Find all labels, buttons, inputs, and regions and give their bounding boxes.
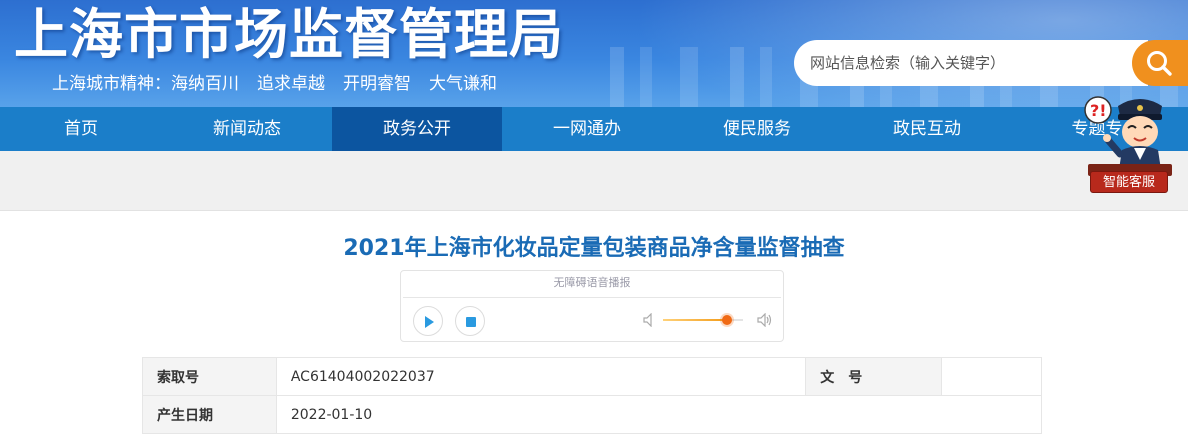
search-button[interactable]: [1132, 40, 1188, 86]
date-label: 产生日期: [142, 395, 277, 434]
nav-item-one-stop-service[interactable]: 一网通办: [502, 107, 672, 151]
search-input[interactable]: [794, 40, 1148, 86]
volume-knob[interactable]: [722, 315, 732, 325]
table-row: 产生日期 2022-01-10: [142, 395, 1043, 434]
site-header: 上海市市场监督管理局 上海城市精神：海纳百川 追求卓越 开明睿智 大气谦和: [0, 0, 1188, 107]
site-title[interactable]: 上海市市场监督管理局: [14, 4, 564, 66]
stop-button[interactable]: [455, 306, 485, 336]
audio-player: 无障碍语音播报: [400, 270, 784, 342]
banner-band: [0, 151, 1188, 211]
player-divider: [403, 297, 781, 298]
svg-text:?!: ?!: [1090, 101, 1107, 120]
document-info-table: 索取号 AC61404002022037 文 号 产生日期 2022-01-10: [142, 357, 1043, 434]
nav-item-home[interactable]: 首页: [0, 107, 162, 151]
motto-part: 开明睿智: [343, 74, 411, 94]
nav-item-public-service[interactable]: 便民服务: [672, 107, 842, 151]
table-row: 索取号 AC61404002022037 文 号: [142, 357, 1042, 396]
assistant-label: 智能客服: [1090, 171, 1168, 193]
date-value: 2022-01-10: [275, 395, 1043, 434]
main-nav: 首页 新闻动态 政务公开 一网通办 便民服务 政民互动 专题专: [0, 107, 1188, 151]
nav-item-news[interactable]: 新闻动态: [162, 107, 332, 151]
smart-assistant[interactable]: ?! 智能客服: [1074, 92, 1184, 198]
stop-icon: [466, 317, 476, 327]
volume-low-icon[interactable]: [643, 313, 657, 327]
mascot-icon: ?!: [1084, 96, 1172, 176]
search-icon: [1147, 51, 1172, 76]
document-number-value: [941, 357, 1042, 396]
play-button[interactable]: [413, 306, 443, 336]
player-caption: 无障碍语音播报: [553, 276, 631, 289]
volume-fill: [663, 319, 727, 321]
index-number-label: 索取号: [142, 357, 277, 396]
motto-part: 大气谦和: [429, 74, 497, 94]
index-number-value: AC61404002022037: [275, 357, 807, 396]
play-icon: [425, 316, 434, 328]
nav-item-interaction[interactable]: 政民互动: [842, 107, 1012, 151]
city-motto: 上海城市精神：海纳百川 追求卓越 开明睿智 大气谦和: [52, 73, 515, 95]
motto-part: 上海城市精神：海纳百川: [52, 74, 239, 94]
motto-part: 追求卓越: [257, 74, 325, 94]
volume-high-icon[interactable]: [757, 313, 773, 327]
volume-slider[interactable]: [663, 315, 743, 325]
site-search: [794, 40, 1188, 86]
article-title: 2021年上海市化妆品定量包装商品净含量监督抽查: [343, 236, 845, 261]
nav-item-government-affairs[interactable]: 政务公开: [332, 107, 502, 151]
document-number-label: 文 号: [805, 357, 943, 396]
